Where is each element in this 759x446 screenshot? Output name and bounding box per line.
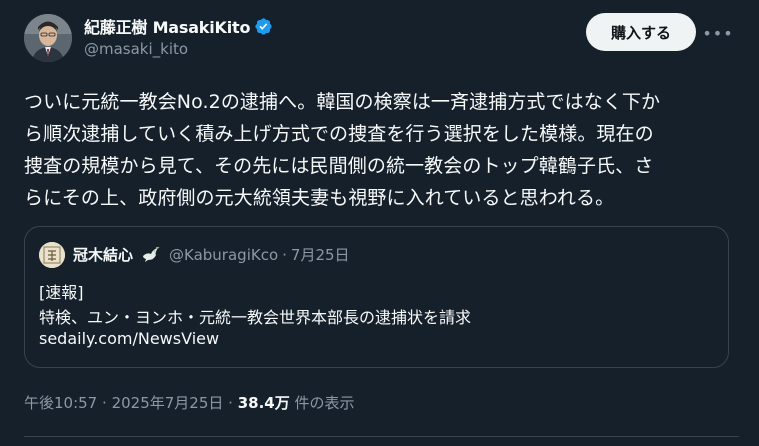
tweet-text-line: らにその上、政府側の元大統領夫妻も視野に入れていると思われる。 <box>24 187 615 209</box>
tweet-text: ついに元統一教会No.2の逮捕へ。韓国の検察は一斉逮捕方式ではなく下か ら順次逮… <box>24 86 738 214</box>
buy-button[interactable]: 購入する <box>586 13 696 51</box>
verified-badge-icon <box>254 17 273 36</box>
more-options-icon[interactable]: ••• <box>702 20 732 46</box>
quoted-date[interactable]: 7月25日 <box>291 244 350 265</box>
quoted-tweet[interactable]: 冠木結心 @KaburagiKco · 7月25日 [速報] 特検、ユン・ヨンホ… <box>24 226 729 368</box>
views-label: 件の表示 <box>289 394 355 412</box>
views-count: 38.4万 <box>237 394 290 412</box>
author-display-name[interactable]: 紀藤正樹 MasakiKito <box>84 14 250 38</box>
author-avatar[interactable] <box>24 14 72 62</box>
author-name-row: 紀藤正樹 MasakiKito <box>84 14 273 38</box>
dove-icon <box>141 245 161 265</box>
meta-separator: · <box>102 394 107 412</box>
quoted-separator: · <box>282 245 287 264</box>
post-date[interactable]: 2025年7月25日 <box>112 394 224 412</box>
tweet-card: 紀藤正樹 MasakiKito @masaki_kito 購入する ••• つい… <box>0 0 759 446</box>
divider <box>24 436 739 437</box>
tweet-text-line: 捜査の規模から見て、その先には民間側の統一教会のトップ韓鶴子氏、さ <box>24 155 654 177</box>
post-time[interactable]: 午後10:57 <box>24 394 97 412</box>
quoted-text-line: 特検、ユン・ヨンホ・元統一教会世界本部長の逮捕状を請求 <box>39 308 472 327</box>
quoted-link[interactable]: sedaily.com/NewsView <box>39 329 219 348</box>
quoted-header: 冠木結心 @KaburagiKco · 7月25日 <box>73 244 350 265</box>
tweet-text-line: ら順次逮捕していく積み上げ方式での捜査を行う選択をした模様。現在の <box>24 123 654 145</box>
quoted-author-avatar <box>39 242 65 268</box>
quoted-display-name[interactable]: 冠木結心 <box>73 244 133 265</box>
author-handle[interactable]: @masaki_kito <box>84 40 188 58</box>
tweet-text-line: ついに元統一教会No.2の逮捕へ。韓国の検察は一斉逮捕方式ではなく下か <box>24 91 661 113</box>
meta-separator: · <box>228 394 233 412</box>
quoted-text-line: [速報] <box>39 283 84 302</box>
tweet-meta: 午後10:57 · 2025年7月25日 · 38.4万 件の表示 <box>24 392 355 413</box>
quoted-handle[interactable]: @KaburagiKco <box>169 246 278 264</box>
